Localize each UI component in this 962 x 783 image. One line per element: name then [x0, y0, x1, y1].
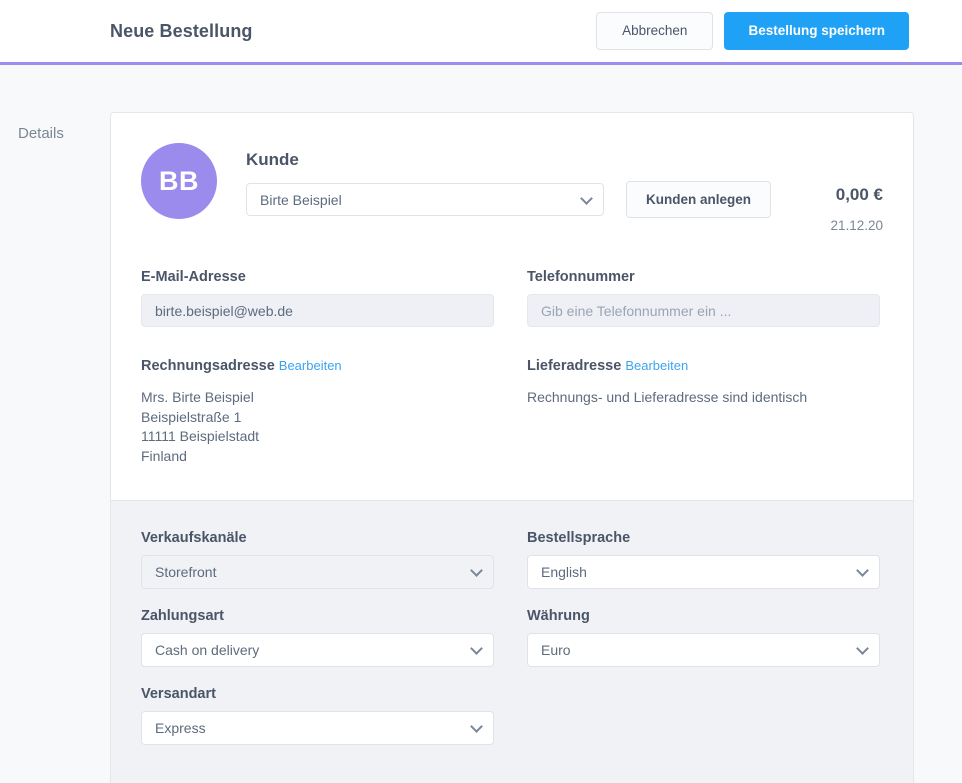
app-header: Neue Bestellung Abbrechen Bestellung spe… — [0, 0, 962, 62]
order-language-select[interactable]: English — [527, 555, 880, 589]
order-total-amount: 0,00 € — [835, 185, 883, 204]
sales-channel-label: Verkaufskanäle — [141, 530, 247, 546]
phone-label: Telefonnummer — [527, 269, 635, 285]
currency-select[interactable]: Euro — [527, 633, 880, 667]
settings-column-left: Verkaufskanäle Storefront Zahlungsart Ca… — [141, 530, 494, 745]
shipping-method-value: Express — [155, 720, 206, 736]
contact-grid: E-Mail-Adresse birte.beispiel@web.de Tel… — [141, 269, 883, 327]
customer-select-value: Birte Beispiel — [260, 191, 342, 208]
shipping-method-label: Versandart — [141, 686, 216, 702]
currency-label: Währung — [527, 608, 590, 624]
shipping-address-group: Lieferadresse Bearbeiten Rechnungs- und L… — [527, 327, 880, 466]
shipping-address-label: Lieferadresse Bearbeiten — [527, 358, 880, 374]
avatar: BB — [141, 143, 217, 219]
currency-value: Euro — [541, 642, 571, 658]
customer-select[interactable]: Birte Beispiel — [246, 183, 604, 216]
page-body: Details BB Kunde Birte Beispiel Kunden a… — [0, 65, 962, 783]
payment-method-label: Zahlungsart — [141, 608, 224, 624]
order-language-group: Bestellsprache English — [527, 530, 880, 589]
payment-method-value: Cash on delivery — [155, 642, 260, 658]
customer-main: Kunde Birte Beispiel Kunden anlegen — [246, 143, 830, 218]
chevron-down-icon — [470, 720, 483, 733]
order-totals: 0,00 € 21.12.20 — [830, 143, 883, 233]
cancel-button[interactable]: Abbrechen — [596, 12, 714, 50]
chevron-down-icon — [580, 191, 593, 205]
customer-heading: Kunde — [246, 150, 299, 169]
shipping-method-select[interactable]: Express — [141, 711, 494, 745]
order-settings-section: Verkaufskanäle Storefront Zahlungsart Ca… — [111, 500, 913, 783]
create-customer-button[interactable]: Kunden anlegen — [626, 181, 772, 218]
payment-method-group: Zahlungsart Cash on delivery — [141, 608, 494, 667]
customer-row: BB Kunde Birte Beispiel Kunden anlegen 0… — [141, 143, 883, 233]
shipping-address-note: Rechnungs- und Lieferadresse sind identi… — [527, 389, 808, 405]
email-field-group: E-Mail-Adresse birte.beispiel@web.de — [141, 269, 494, 327]
chevron-down-icon — [856, 642, 869, 655]
email-label: E-Mail-Adresse — [141, 269, 246, 285]
chevron-down-icon — [470, 642, 483, 655]
order-language-label: Bestellsprache — [527, 530, 631, 546]
chevron-down-icon — [856, 564, 869, 577]
settings-grid: Verkaufskanäle Storefront Zahlungsart Ca… — [141, 530, 883, 745]
sales-channel-value: Storefront — [155, 564, 217, 580]
settings-column-right: Bestellsprache English Währung Euro — [527, 530, 880, 745]
chevron-down-icon — [470, 564, 483, 577]
order-details-card: BB Kunde Birte Beispiel Kunden anlegen 0… — [110, 112, 914, 783]
billing-address-lines: Mrs. Birte Beispiel Beispielstraße 1 111… — [141, 389, 260, 464]
billing-address-title: Rechnungsadresse — [141, 358, 275, 374]
details-section-label: Details — [18, 125, 64, 142]
order-language-value: English — [541, 564, 587, 580]
sales-channel-select[interactable]: Storefront — [141, 555, 494, 589]
billing-address-label: Rechnungsadresse Bearbeiten — [141, 358, 494, 374]
shipping-address-edit-link[interactable]: Bearbeiten — [625, 358, 688, 373]
billing-address-edit-link[interactable]: Bearbeiten — [279, 358, 342, 373]
payment-method-select[interactable]: Cash on delivery — [141, 633, 494, 667]
phone-field[interactable]: Gib eine Telefonnummer ein ... — [527, 294, 880, 327]
order-date: 21.12.20 — [830, 218, 883, 233]
billing-address-group: Rechnungsadresse Bearbeiten Mrs. Birte Be… — [141, 327, 494, 466]
customer-controls: Birte Beispiel Kunden anlegen — [246, 181, 830, 218]
email-field[interactable]: birte.beispiel@web.de — [141, 294, 494, 327]
customer-section: BB Kunde Birte Beispiel Kunden anlegen 0… — [111, 113, 913, 500]
shipping-method-group: Versandart Express — [141, 686, 494, 745]
phone-field-group: Telefonnummer Gib eine Telefonnummer ein… — [527, 269, 880, 327]
shipping-address-title: Lieferadresse — [527, 358, 622, 374]
currency-group: Währung Euro — [527, 608, 880, 667]
address-grid: Rechnungsadresse Bearbeiten Mrs. Birte Be… — [141, 327, 883, 466]
header-actions: Abbrechen Bestellung speichern — [596, 12, 909, 50]
page-title: Neue Bestellung — [110, 20, 253, 41]
sales-channel-group: Verkaufskanäle Storefront — [141, 530, 494, 589]
save-order-button[interactable]: Bestellung speichern — [724, 12, 909, 50]
